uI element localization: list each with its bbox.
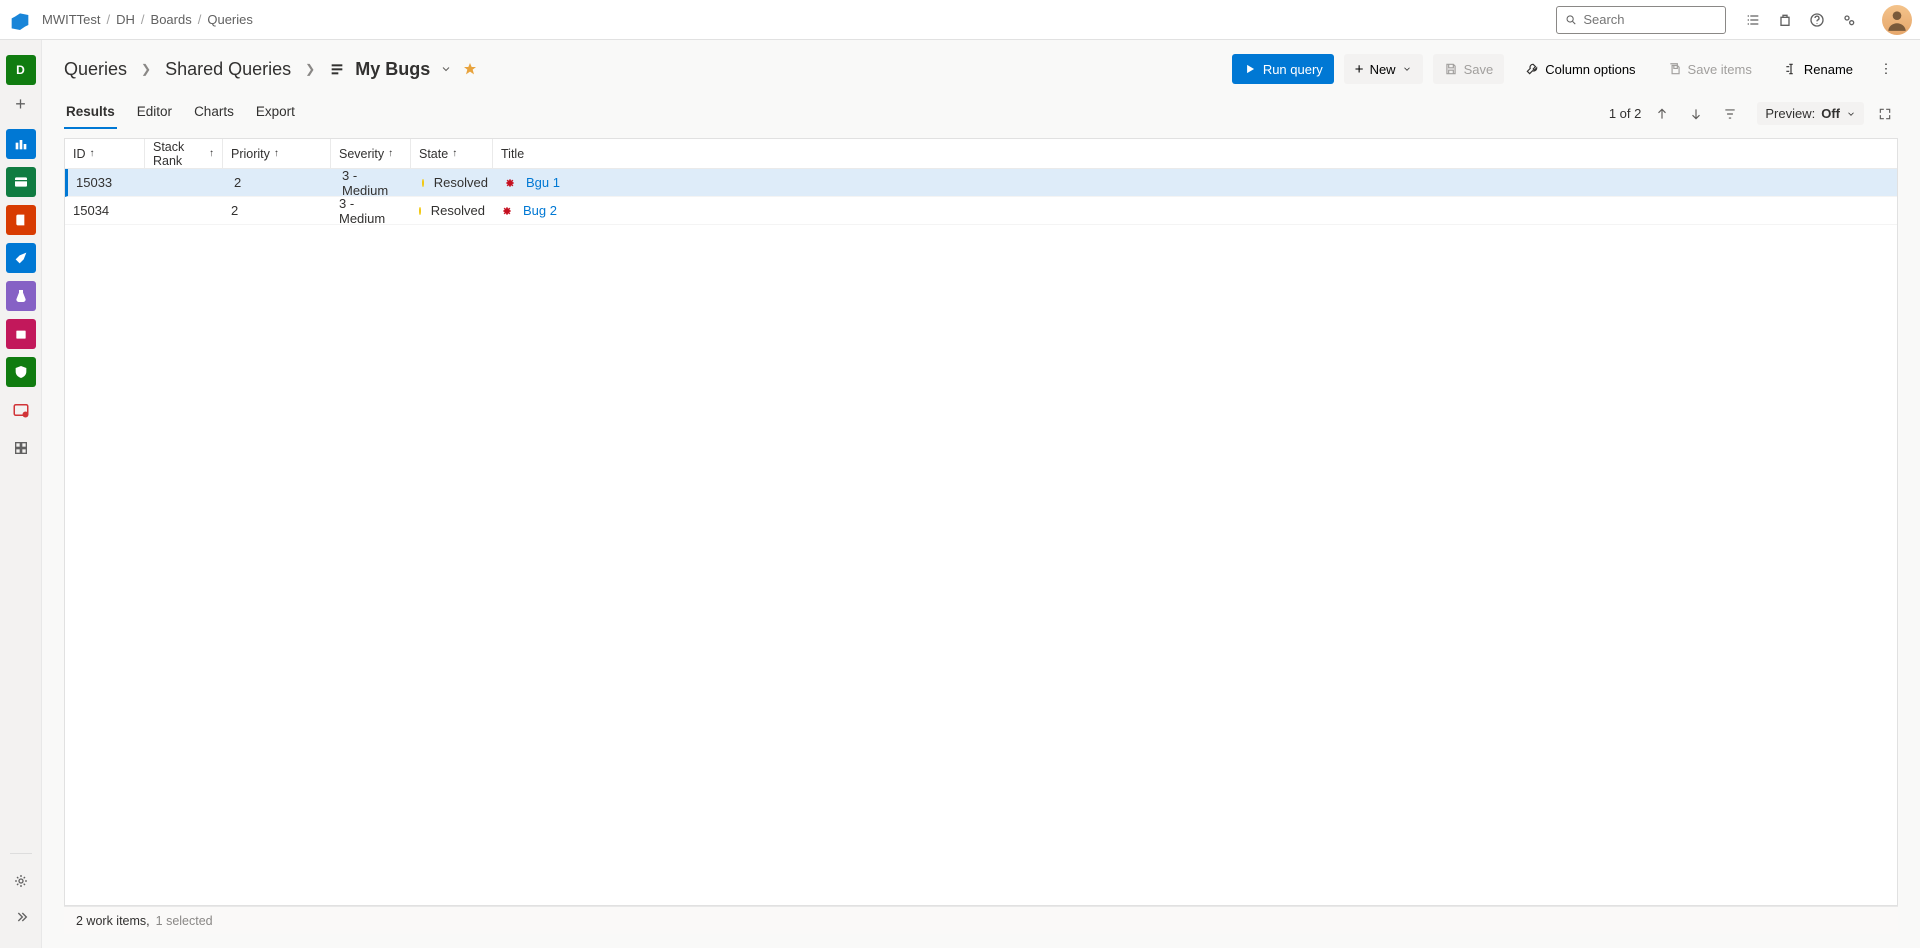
- status-selected-count: 1 selected: [156, 914, 213, 928]
- prev-item-button[interactable]: [1655, 107, 1675, 121]
- top-bar: MWITTest / DH / Boards / Queries: [0, 0, 1920, 40]
- column-header-stack-rank[interactable]: Stack Rank↑: [145, 139, 223, 168]
- query-breadcrumb: Queries ❯ Shared Queries ❯ My Bugs: [64, 59, 478, 80]
- column-header-priority[interactable]: Priority↑: [223, 139, 331, 168]
- search-box[interactable]: [1556, 6, 1726, 34]
- header-actions: Run query + New Save Column options: [1232, 54, 1898, 84]
- nav-extension-icon[interactable]: [6, 433, 36, 463]
- column-options-button[interactable]: Column options: [1514, 54, 1646, 84]
- breadcrumb-item[interactable]: MWITTest: [42, 12, 101, 27]
- wrench-icon: [1525, 62, 1539, 76]
- chevron-down-icon: [1846, 109, 1856, 119]
- breadcrumb-shared[interactable]: Shared Queries: [165, 59, 291, 80]
- help-icon[interactable]: [1808, 11, 1826, 29]
- project-tile[interactable]: D: [6, 55, 36, 85]
- nav-settings-icon[interactable]: [6, 866, 36, 896]
- nav-pipelines-icon[interactable]: [6, 243, 36, 273]
- next-item-button[interactable]: [1689, 107, 1709, 121]
- query-icon: [329, 61, 345, 77]
- nav-overview-icon[interactable]: [6, 129, 36, 159]
- search-icon: [1565, 13, 1577, 27]
- cell-priority: 2: [226, 175, 334, 190]
- table-row[interactable]: 15034 23 - MediumResolved Bug 2: [65, 197, 1897, 225]
- preview-toggle[interactable]: Preview: Off: [1757, 102, 1864, 125]
- nav-dashboard-icon[interactable]: [6, 395, 36, 425]
- plus-icon: +: [1355, 61, 1364, 78]
- breadcrumb-queries[interactable]: Queries: [64, 59, 127, 80]
- add-button[interactable]: +: [15, 94, 26, 115]
- save-icon: [1444, 62, 1458, 76]
- main-content: Queries ❯ Shared Queries ❯ My Bugs Ru: [42, 40, 1920, 948]
- marketplace-icon[interactable]: [1776, 11, 1794, 29]
- play-icon: [1243, 62, 1257, 76]
- save-all-icon: [1668, 62, 1682, 76]
- tab-charts[interactable]: Charts: [192, 98, 236, 129]
- work-items-icon[interactable]: [1744, 11, 1762, 29]
- rename-button[interactable]: Rename: [1773, 54, 1864, 84]
- search-input[interactable]: [1583, 12, 1717, 27]
- nav-boards-icon[interactable]: [6, 167, 36, 197]
- fullscreen-button[interactable]: [1878, 107, 1898, 121]
- column-header-state[interactable]: State↑: [411, 139, 493, 168]
- cell-title[interactable]: Bgu 1: [496, 175, 1897, 190]
- chevron-right-icon: ❯: [141, 62, 151, 76]
- save-button: Save: [1433, 54, 1505, 84]
- grid-header: ID↑ Stack Rank↑ Priority↑ Severity↑ Stat…: [65, 139, 1897, 169]
- top-icons: [1744, 5, 1912, 35]
- work-item-link[interactable]: Bgu 1: [526, 175, 560, 190]
- chevron-down-icon[interactable]: [440, 63, 452, 75]
- azure-devops-logo[interactable]: [8, 8, 32, 32]
- settings-icon[interactable]: [1840, 11, 1858, 29]
- breadcrumbs: MWITTest / DH / Boards / Queries: [42, 12, 253, 27]
- nav-testplans-icon[interactable]: [6, 281, 36, 311]
- bug-icon: [501, 205, 513, 217]
- cell-state: Resolved: [414, 175, 496, 190]
- grid-body: 1503323 - MediumResolvedBgu 11503423 - M…: [65, 169, 1897, 905]
- table-row[interactable]: 15033 23 - MediumResolved Bgu 1: [65, 169, 1897, 197]
- nav-artifacts-icon[interactable]: [6, 319, 36, 349]
- breadcrumb-item[interactable]: Boards: [151, 12, 192, 27]
- breadcrumb-item[interactable]: Queries: [207, 12, 253, 27]
- breadcrumb-item[interactable]: DH: [116, 12, 135, 27]
- tabs: Results Editor Charts Export 1 of 2 Prev…: [64, 98, 1898, 130]
- results-grid: ID↑ Stack Rank↑ Priority↑ Severity↑ Stat…: [64, 138, 1898, 906]
- user-avatar[interactable]: [1882, 5, 1912, 35]
- cell-state: Resolved: [411, 203, 493, 218]
- result-counter: 1 of 2: [1609, 106, 1642, 121]
- cell-severity: 3 - Medium: [331, 196, 411, 226]
- nav-compliance-icon[interactable]: [6, 357, 36, 387]
- chevron-right-icon: ❯: [305, 62, 315, 76]
- query-name[interactable]: My Bugs: [355, 59, 430, 80]
- cell-id: 15033: [68, 175, 148, 190]
- bug-icon: [504, 177, 516, 189]
- page-header: Queries ❯ Shared Queries ❯ My Bugs Ru: [64, 54, 1898, 84]
- work-item-link[interactable]: Bug 2: [523, 203, 557, 218]
- left-nav: D +: [0, 40, 42, 948]
- tab-editor[interactable]: Editor: [135, 98, 174, 129]
- column-header-severity[interactable]: Severity↑: [331, 139, 411, 168]
- nav-repos-icon[interactable]: [6, 205, 36, 235]
- save-items-button: Save items: [1657, 54, 1763, 84]
- nav-collapse-icon[interactable]: [6, 902, 36, 932]
- new-button[interactable]: + New: [1344, 54, 1423, 84]
- status-items-count: 2 work items,: [76, 914, 150, 928]
- filter-button[interactable]: [1723, 107, 1743, 121]
- cell-title[interactable]: Bug 2: [493, 203, 1897, 218]
- more-actions-button[interactable]: ⋮: [1874, 61, 1898, 77]
- cell-id: 15034: [65, 203, 145, 218]
- favorite-star-icon[interactable]: [462, 61, 478, 77]
- status-bar: 2 work items, 1 selected: [64, 906, 1898, 934]
- column-header-id[interactable]: ID↑: [65, 139, 145, 168]
- cell-severity: 3 - Medium: [334, 169, 414, 198]
- column-header-title[interactable]: Title: [493, 139, 1897, 168]
- tab-results[interactable]: Results: [64, 98, 117, 129]
- cell-priority: 2: [223, 203, 331, 218]
- run-query-button[interactable]: Run query: [1232, 54, 1334, 84]
- chevron-down-icon: [1402, 64, 1412, 74]
- tab-export[interactable]: Export: [254, 98, 297, 129]
- rename-icon: [1784, 62, 1798, 76]
